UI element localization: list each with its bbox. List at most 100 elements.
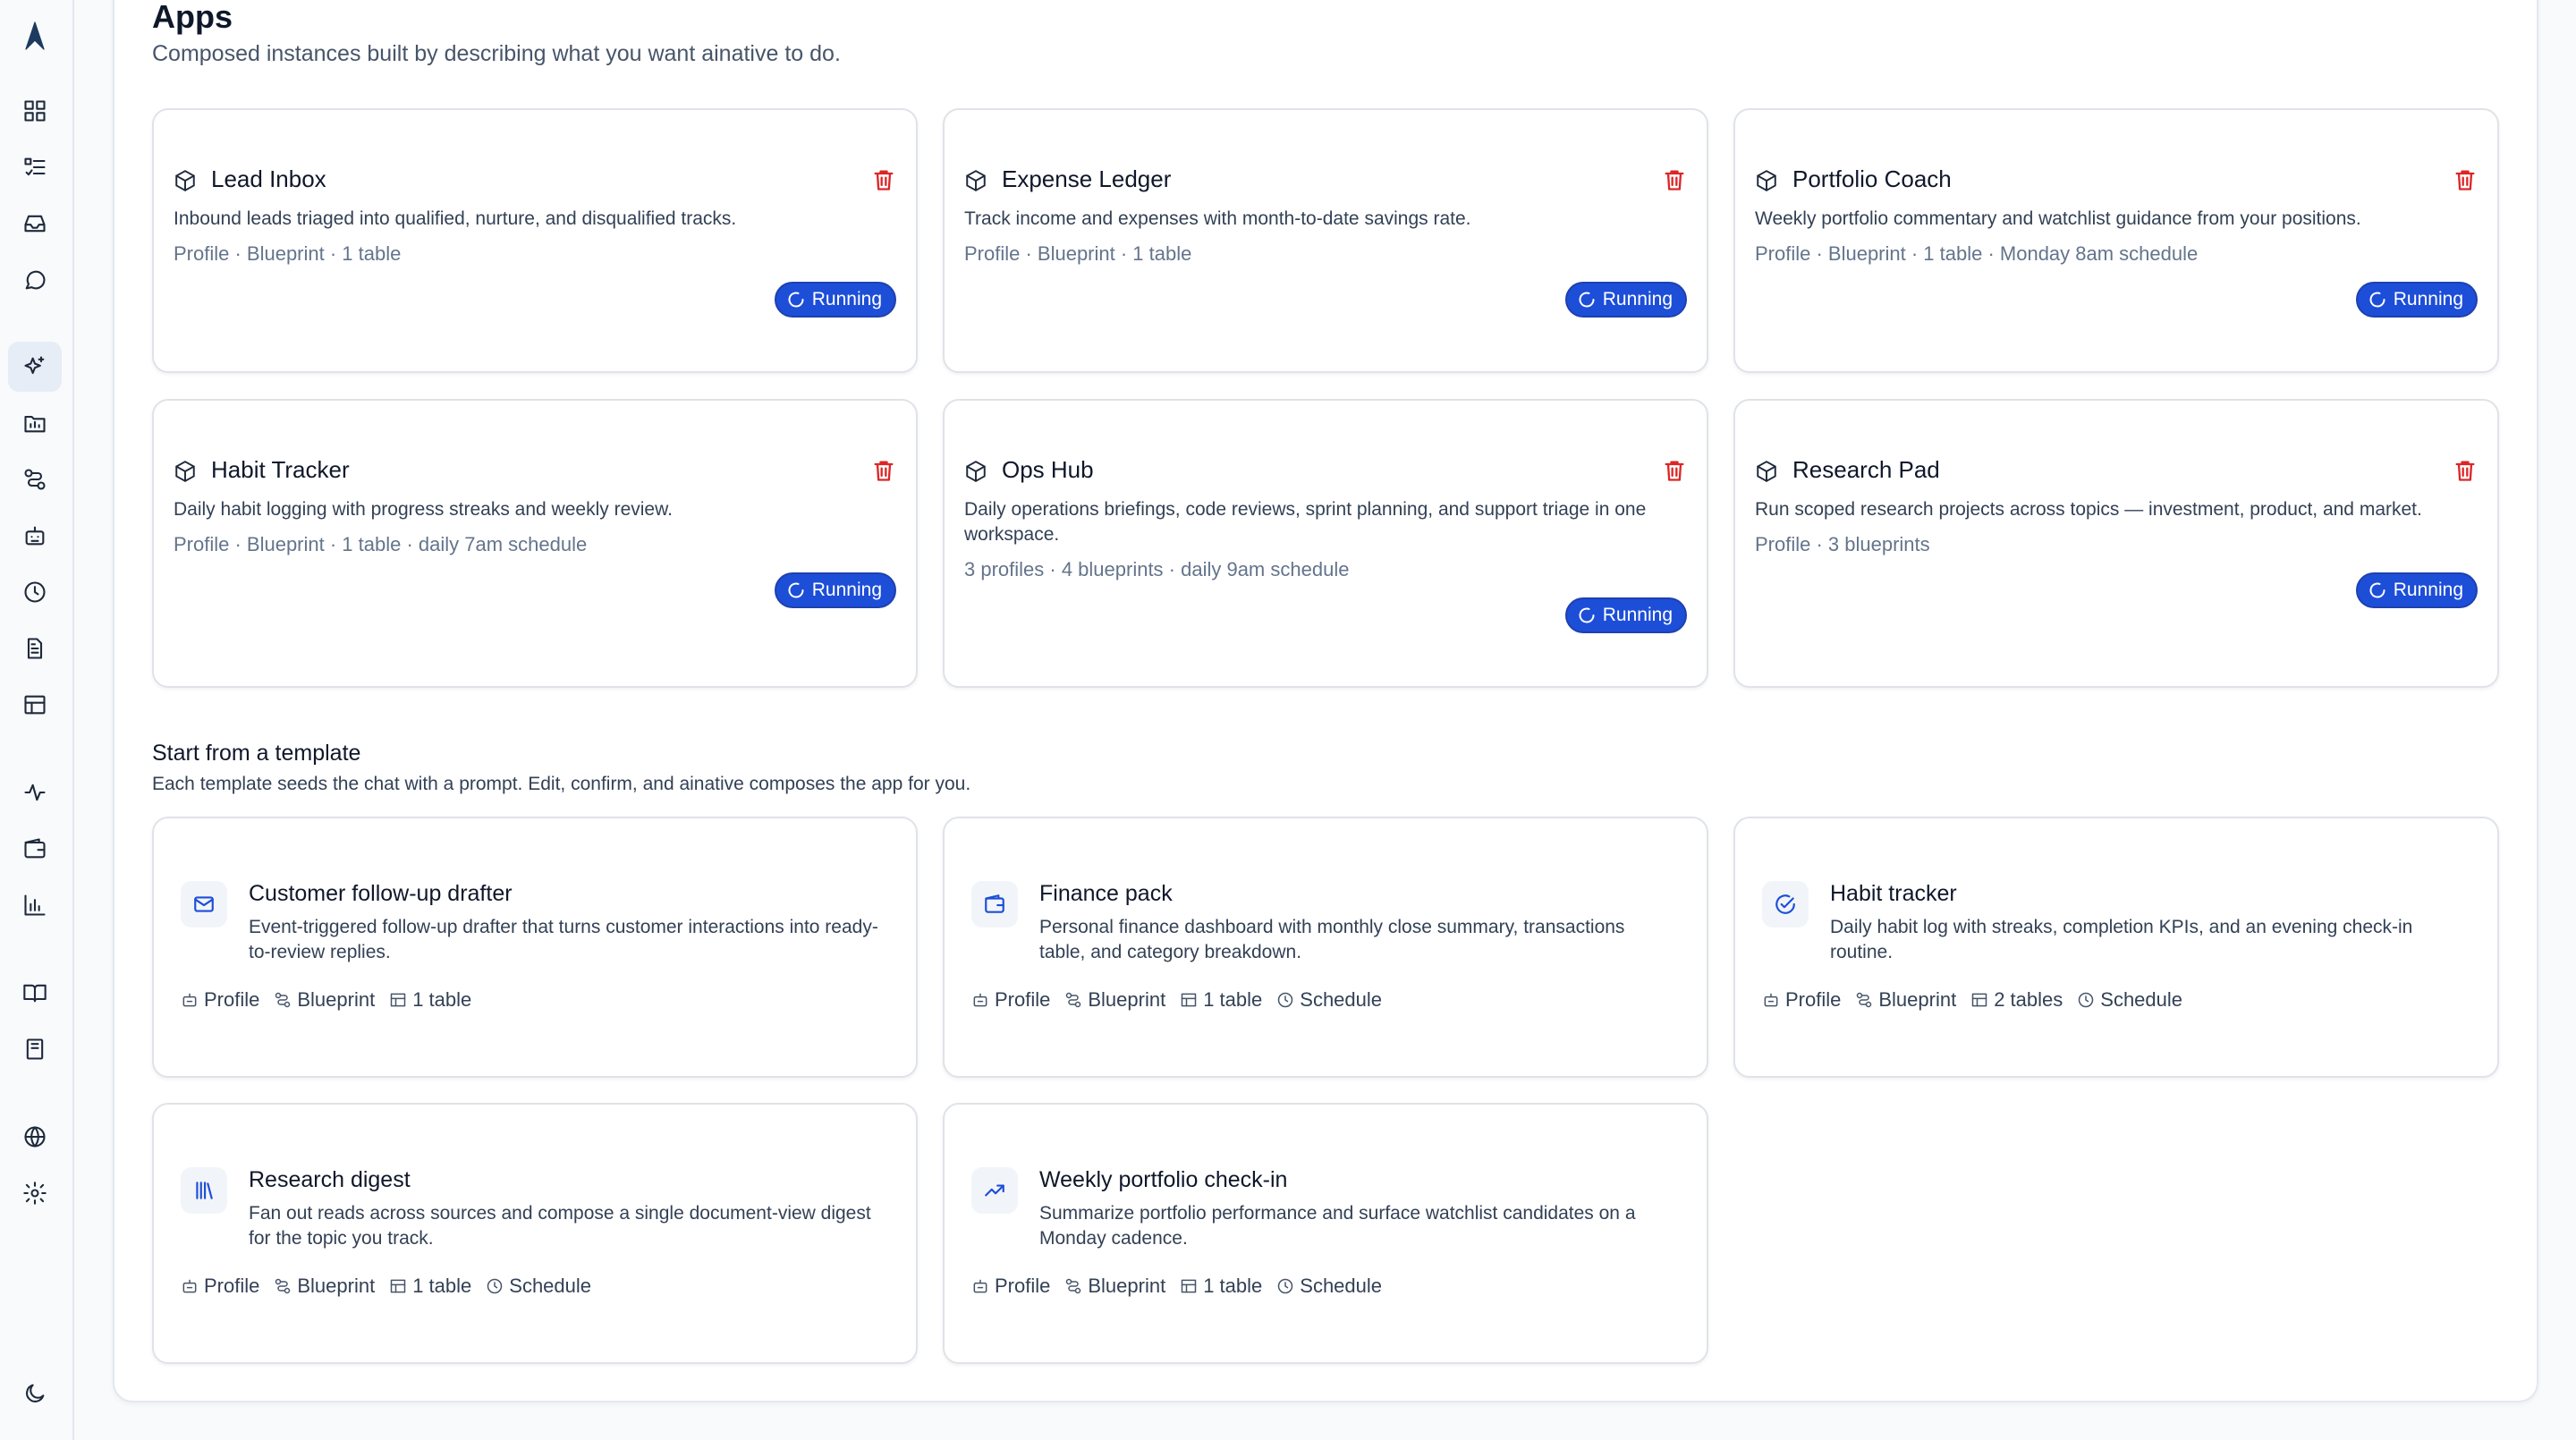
projects-icon[interactable] <box>8 398 62 448</box>
template-card-habit-tracker[interactable]: Habit tracker Daily habit log with strea… <box>1733 817 2499 1078</box>
status-label: Running <box>1602 289 1673 309</box>
app-description: Daily operations briefings, code reviews… <box>964 499 1647 545</box>
package-icon <box>1755 460 1778 483</box>
app-name: Expense Ledger <box>1002 165 1172 192</box>
package-icon <box>174 460 197 483</box>
chip-blueprint: Blueprint <box>274 1275 375 1298</box>
template-chips: Profile Blueprint 1 table Schedule <box>181 1275 591 1298</box>
template-description: Daily habit log with streaks, completion… <box>1830 917 2413 962</box>
template-name: Research digest <box>249 1167 411 1192</box>
templates-section-title: Start from a template <box>152 741 361 766</box>
chat-icon[interactable] <box>8 255 62 305</box>
trash-icon[interactable] <box>1662 167 1687 192</box>
trash-icon[interactable] <box>1662 458 1687 483</box>
app-name: Habit Tracker <box>211 456 350 483</box>
app-name: Lead Inbox <box>211 165 326 192</box>
chip-schedule: Schedule <box>2077 988 2182 1012</box>
status-badge: Running <box>774 572 896 608</box>
app-card-portfolio-coach[interactable]: Portfolio Coach Weekly portfolio comment… <box>1733 108 2499 373</box>
app-meta: 3 profiles · 4 blueprints · daily 9am sc… <box>964 558 1350 580</box>
theme-moon-icon[interactable] <box>8 1368 62 1419</box>
app-card-ops-hub[interactable]: Ops Hub Daily operations briefings, code… <box>943 399 1708 688</box>
library-icon[interactable] <box>8 1024 62 1074</box>
apps-sparkle-icon[interactable] <box>8 342 62 392</box>
chip-table: 1 table <box>389 1275 471 1298</box>
chip-schedule: Schedule <box>1276 988 1382 1012</box>
chip-profile: Profile <box>181 988 259 1012</box>
status-label: Running <box>2393 289 2463 309</box>
chip-table: 1 table <box>389 988 471 1012</box>
schedules-icon[interactable] <box>8 567 62 617</box>
app-card-research-pad[interactable]: Research Pad Run scoped research project… <box>1733 399 2499 688</box>
chip-blueprint: Blueprint <box>1855 988 1956 1012</box>
book-icon[interactable] <box>8 968 62 1018</box>
chip-profile: Profile <box>1762 988 1841 1012</box>
documents-icon[interactable] <box>8 623 62 673</box>
app-description: Weekly portfolio commentary and watchlis… <box>1755 208 2361 229</box>
logo-icon[interactable] <box>8 11 62 61</box>
activity-icon[interactable] <box>8 767 62 817</box>
app-card-lead-inbox[interactable]: Lead Inbox Inbound leads triaged into qu… <box>152 108 918 373</box>
chip-schedule: Schedule <box>486 1275 591 1298</box>
template-card-finance-pack[interactable]: Finance pack Personal finance dashboard … <box>943 817 1708 1078</box>
app-meta: Profile · 3 blueprints <box>1755 533 1930 555</box>
status-badge: Running <box>1564 597 1687 633</box>
app-description: Track income and expenses with month-to-… <box>964 208 1471 229</box>
app-description: Inbound leads triaged into qualified, nu… <box>174 208 737 229</box>
template-description: Summarize portfolio performance and surf… <box>1039 1203 1636 1249</box>
package-icon <box>1755 169 1778 192</box>
trash-icon[interactable] <box>871 458 896 483</box>
spinner-icon <box>1579 292 1595 308</box>
app-name: Research Pad <box>1792 456 1940 483</box>
spinner-icon <box>788 292 804 308</box>
app-meta: Profile · Blueprint · 1 table · Monday 8… <box>1755 242 2199 265</box>
profiles-icon[interactable] <box>8 511 62 561</box>
app-meta: Profile · Blueprint · 1 table <box>964 242 1192 265</box>
chip-blueprint: Blueprint <box>274 988 375 1012</box>
trending-up-icon <box>971 1167 1018 1214</box>
page-title: Apps <box>152 0 233 35</box>
spinner-icon <box>788 582 804 598</box>
globe-icon[interactable] <box>8 1112 62 1162</box>
chip-profile: Profile <box>181 1275 259 1298</box>
template-name: Habit tracker <box>1830 881 1957 906</box>
trash-icon[interactable] <box>871 167 896 192</box>
template-chips: Profile Blueprint 1 table Schedule <box>971 988 1382 1012</box>
template-card-customer-follow-up[interactable]: Customer follow-up drafter Event-trigger… <box>152 817 918 1078</box>
mail-icon <box>181 881 227 928</box>
inbox-icon[interactable] <box>8 199 62 249</box>
analytics-icon[interactable] <box>8 880 62 930</box>
settings-icon[interactable] <box>8 1168 62 1218</box>
app-meta: Profile · Blueprint · 1 table · daily 7a… <box>174 533 588 555</box>
chip-blueprint: Blueprint <box>1064 1275 1165 1298</box>
spinner-icon <box>1579 607 1595 623</box>
app-name: Portfolio Coach <box>1792 165 1952 192</box>
spinner-icon <box>2369 292 2385 308</box>
chip-schedule: Schedule <box>1276 1275 1382 1298</box>
app-card-habit-tracker[interactable]: Habit Tracker Daily habit logging with p… <box>152 399 918 688</box>
tables-icon[interactable] <box>8 680 62 730</box>
dashboard-icon[interactable] <box>8 86 62 136</box>
app-description: Run scoped research projects across topi… <box>1755 499 2422 520</box>
wallet-icon <box>971 881 1018 928</box>
spinner-icon <box>2369 582 2385 598</box>
template-name: Weekly portfolio check-in <box>1039 1167 1288 1192</box>
trash-icon[interactable] <box>2453 458 2478 483</box>
status-badge: Running <box>2355 282 2478 318</box>
workflows-icon[interactable] <box>8 454 62 504</box>
app-meta: Profile · Blueprint · 1 table <box>174 242 402 265</box>
templates-section-subtitle: Each template seeds the chat with a prom… <box>152 774 971 794</box>
template-name: Customer follow-up drafter <box>249 881 513 906</box>
template-description: Fan out reads across sources and compose… <box>249 1203 871 1249</box>
package-icon <box>964 460 987 483</box>
chip-table: 1 table <box>1180 1275 1262 1298</box>
status-badge: Running <box>774 282 896 318</box>
tasks-icon[interactable] <box>8 142 62 192</box>
template-card-weekly-portfolio[interactable]: Weekly portfolio check-in Summarize port… <box>943 1103 1708 1364</box>
wallet-icon[interactable] <box>8 824 62 874</box>
app-card-expense-ledger[interactable]: Expense Ledger Track income and expenses… <box>943 108 1708 373</box>
template-card-research-digest[interactable]: Research digest Fan out reads across sou… <box>152 1103 918 1364</box>
status-label: Running <box>811 289 882 309</box>
trash-icon[interactable] <box>2453 167 2478 192</box>
page-subtitle: Composed instances built by describing w… <box>152 41 841 66</box>
